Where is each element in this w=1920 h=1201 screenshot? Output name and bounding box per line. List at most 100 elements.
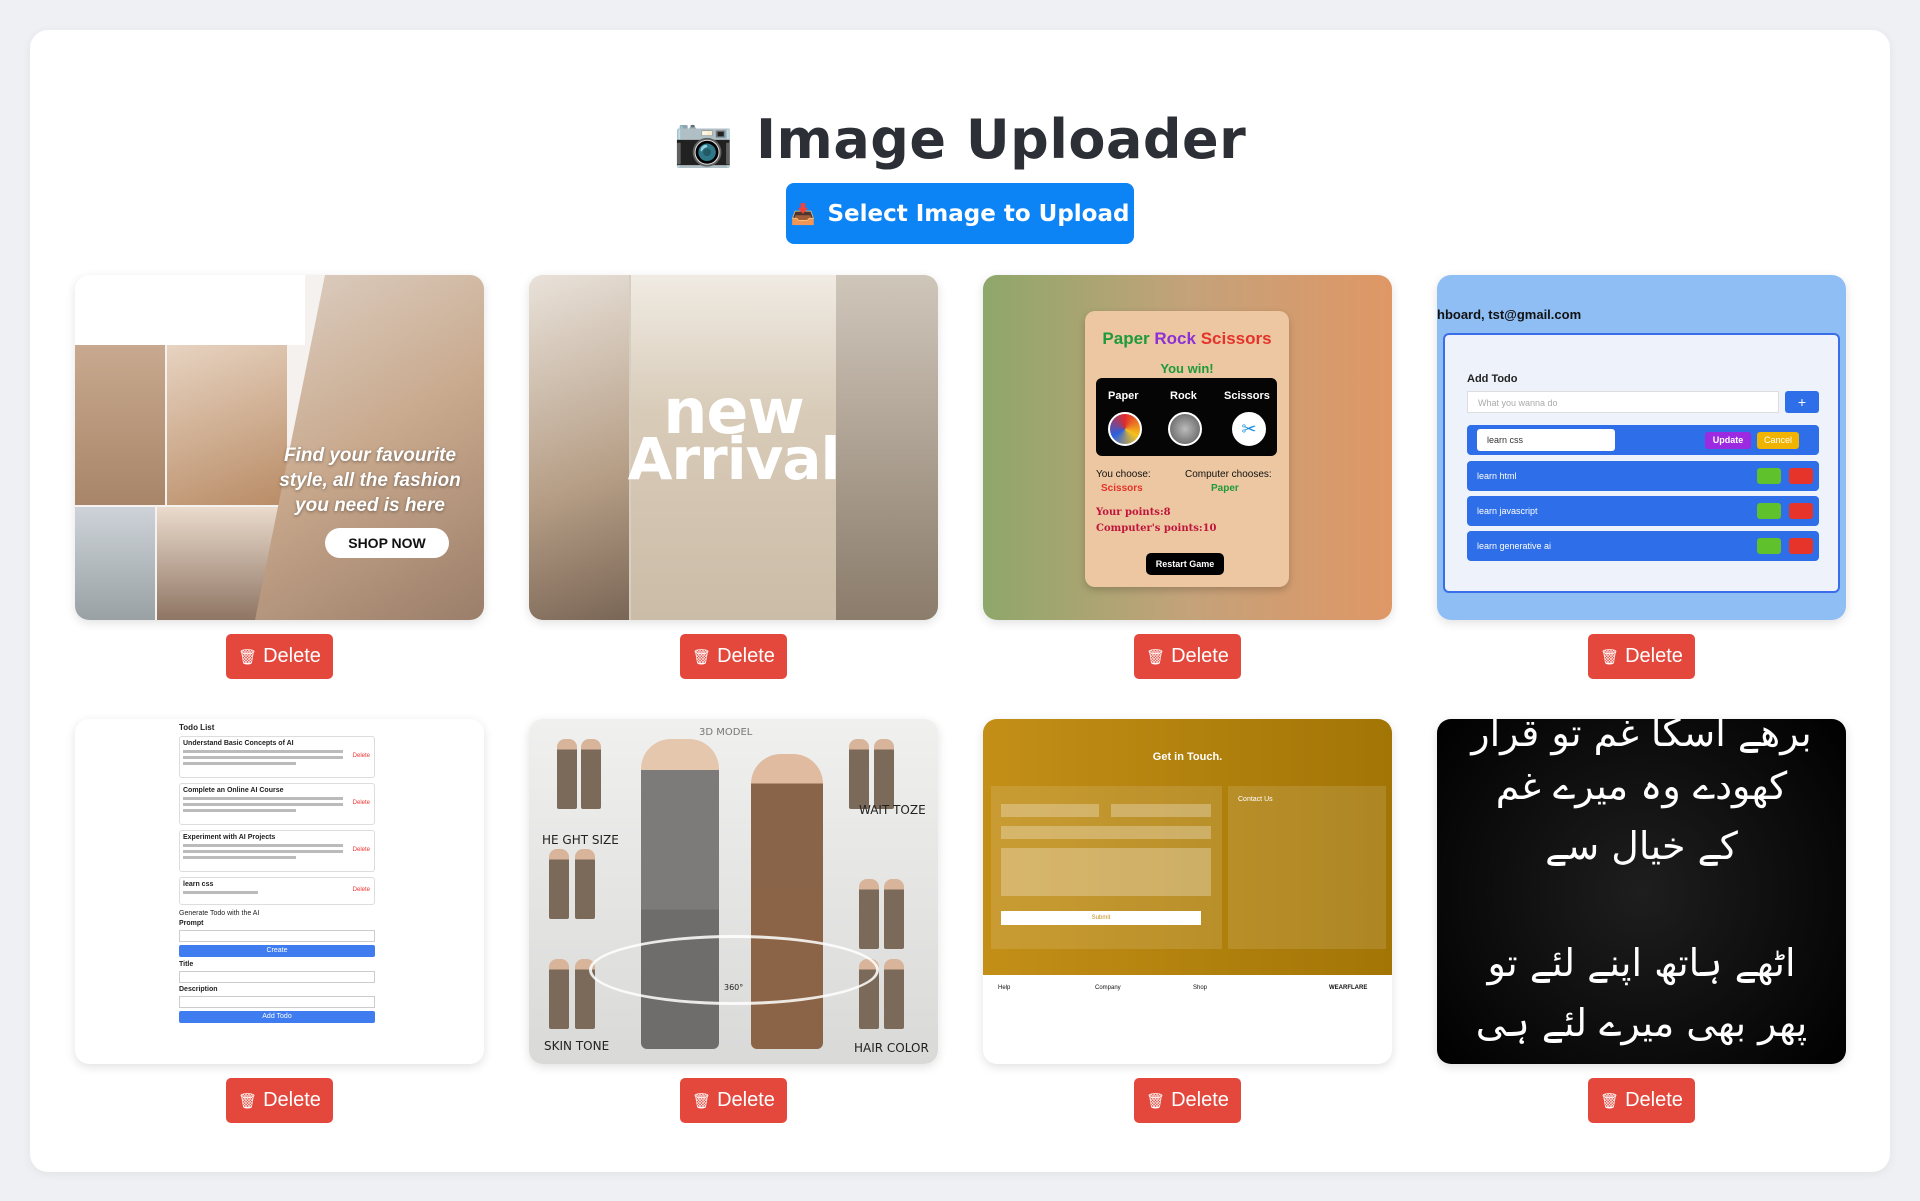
image-item: new Arrival 🗑 Delete (529, 275, 938, 679)
edit-icon (1757, 538, 1781, 554)
image-text: Delete (352, 887, 370, 893)
image-region (874, 739, 894, 809)
delete-button[interactable]: 🗑 Delete (680, 1078, 787, 1123)
image-region (884, 959, 904, 1029)
image-text: برھے اسکا غم تو قرار (1471, 719, 1812, 755)
image-text: اٹھے ہاتھ اپنے لئے تو (1487, 941, 1796, 985)
image-text: Generate Todo with the AI (179, 910, 260, 917)
delete-button[interactable]: 🗑 Delete (1588, 634, 1695, 679)
edit-icon (1757, 503, 1781, 519)
image-region (75, 507, 155, 620)
image-text: learn css (183, 881, 214, 888)
image-item: Find your favourite style, all the fashi… (75, 275, 484, 679)
image-region: Paper Rock Scissors You win! Paper Rock … (1085, 311, 1289, 587)
trash-icon (1789, 503, 1813, 519)
image-text: SHOP NOW (325, 528, 449, 558)
image-text: Add Todo (1467, 373, 1518, 385)
image-region: learn javascript (1467, 496, 1819, 526)
image-text: 3D MODEL (699, 727, 753, 738)
image-region (557, 739, 577, 809)
image-region: Todo List Understand Basic Concepts of A… (179, 723, 375, 1026)
delete-button[interactable]: 🗑 Delete (680, 634, 787, 679)
image-region (75, 275, 305, 345)
image-text: Help (998, 985, 1011, 991)
image-text: + (1785, 391, 1819, 413)
trash-icon: 🗑 (692, 648, 712, 666)
image-text: Delete (352, 753, 370, 759)
image-region (575, 849, 595, 919)
image-region (549, 959, 569, 1029)
select-image-label: Select Image to Upload (827, 200, 1130, 227)
image-region (859, 879, 879, 949)
delete-label: Delete (1625, 645, 1683, 667)
image-text: WAIT TOZE (859, 803, 926, 817)
image-region (179, 996, 375, 1008)
image-item: 3D MODEL 360° HE GHT SIZE WAIT TOZE SKIN… (529, 719, 938, 1123)
image-text: hboard, tst@gmail.com (1437, 307, 1582, 322)
image-item: hboard, tst@gmail.com Add Todo What you … (1437, 275, 1846, 679)
image-text: WEARFLARE (1329, 985, 1368, 991)
image-thumbnail: برھے اسکا غم تو قرار کھودے وہ میرے غم کے… (1437, 719, 1846, 1064)
image-text: Scissors (1101, 483, 1143, 494)
image-region: Experiment with AI Projects Delete (179, 830, 375, 872)
image-item: برھے اسکا غم تو قرار کھودے وہ میرے غم کے… (1437, 719, 1846, 1123)
delete-button[interactable]: 🗑 Delete (226, 1078, 333, 1123)
image-thumbnail: 3D MODEL 360° HE GHT SIZE WAIT TOZE SKIN… (529, 719, 938, 1064)
delete-button[interactable]: 🗑 Delete (1134, 1078, 1241, 1123)
image-text: Scissors (1200, 329, 1272, 348)
delete-label: Delete (1625, 1089, 1683, 1111)
trash-icon: 🗑 (238, 1092, 258, 1110)
image-text: Paper Rock Scissors (1085, 329, 1289, 349)
image-text: Delete (352, 800, 370, 806)
delete-button[interactable]: 🗑 Delete (1134, 634, 1241, 679)
image-thumbnail: Get in Touch. Submit Contact Us Help Com… (983, 719, 1392, 1064)
trash-icon: 🗑 (1146, 1092, 1166, 1110)
image-item: Paper Rock Scissors You win! Paper Rock … (983, 275, 1392, 679)
image-text: HAIR COLOR (854, 1041, 929, 1055)
image-text: HE GHT SIZE (542, 833, 619, 847)
page-title-text: Image Uploader (755, 108, 1247, 171)
image-text: Delete (352, 847, 370, 853)
image-text: Description (179, 986, 218, 993)
image-thumbnail: new Arrival (529, 275, 938, 620)
select-image-button[interactable]: 📥 Select Image to Upload (786, 183, 1134, 244)
image-text: Paper (1102, 329, 1150, 348)
image-region (751, 754, 823, 1049)
trash-icon (1789, 468, 1813, 484)
delete-label: Delete (717, 645, 775, 667)
image-thumbnail: Find your favourite style, all the fashi… (75, 275, 484, 620)
image-text: Restart Game (1146, 553, 1224, 575)
rock-icon (1168, 412, 1202, 446)
image-region (167, 345, 287, 505)
image-region (581, 739, 601, 809)
image-text: learn css (1477, 429, 1615, 451)
image-text: Computer's points:10 (1096, 523, 1217, 534)
image-text: Title (179, 961, 194, 968)
image-region: learn css Delete (179, 877, 375, 905)
image-text: learn html (1477, 471, 1517, 481)
inbox-tray-icon: 📥 (790, 201, 816, 226)
image-text: Prompt (179, 920, 204, 927)
image-text: Rock (1170, 390, 1197, 402)
image-text: Experiment with AI Projects (183, 834, 276, 841)
delete-button[interactable]: 🗑 Delete (1588, 1078, 1695, 1123)
trash-icon: 🗑 (238, 648, 258, 666)
image-text: پھر بھی میرے لئے ہی (1475, 1001, 1808, 1045)
image-region (1111, 804, 1211, 817)
image-text: Get in Touch. (1152, 751, 1223, 763)
image-grid: Find your favourite style, all the fashi… (75, 275, 1846, 1123)
image-region (75, 345, 165, 505)
image-text: Cancel (1757, 432, 1799, 449)
image-region (1001, 826, 1211, 839)
image-region (849, 739, 869, 809)
image-text: Scissors (1224, 390, 1270, 402)
image-thumbnail: Todo List Understand Basic Concepts of A… (75, 719, 484, 1064)
image-text: کھودے وہ میرے غم (1495, 764, 1788, 808)
trash-icon: 🗑 (692, 1092, 712, 1110)
image-region: learn css Update Cancel (1467, 425, 1819, 455)
image-text: You choose: (1096, 469, 1151, 480)
image-text: Arrival (627, 425, 841, 493)
image-region (179, 930, 375, 942)
image-item: Get in Touch. Submit Contact Us Help Com… (983, 719, 1392, 1123)
delete-button[interactable]: 🗑 Delete (226, 634, 333, 679)
